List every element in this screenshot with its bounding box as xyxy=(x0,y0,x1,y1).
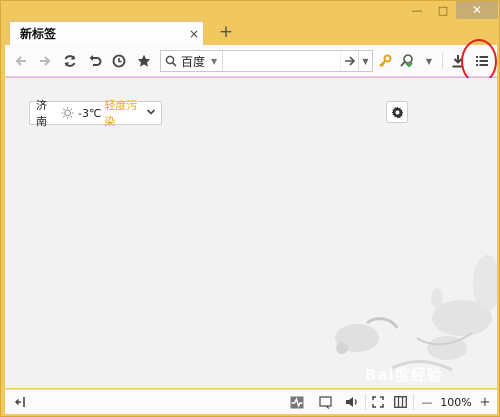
fullscreen-icon[interactable] xyxy=(369,394,387,410)
chevron-down-icon[interactable] xyxy=(146,107,156,120)
status-divider xyxy=(413,394,414,410)
zoom-level[interactable]: 100% xyxy=(438,394,474,410)
weather-widget[interactable]: 济南 -3℃ 轻度污染 xyxy=(29,99,162,128)
watermark-logo: Bai度经验 xyxy=(365,366,443,384)
weather-city: 济南 xyxy=(36,99,47,128)
zoom-in-button[interactable]: + xyxy=(477,394,493,410)
go-arrow-icon[interactable] xyxy=(340,51,358,71)
split-view-icon[interactable] xyxy=(391,394,409,410)
close-icon: ✕ xyxy=(471,3,483,17)
forward-icon[interactable] xyxy=(35,51,55,71)
tab-close-icon[interactable]: × xyxy=(185,27,203,41)
ink-wash-decoration xyxy=(335,255,497,372)
address-dropdown-icon[interactable]: ▼ xyxy=(358,51,372,71)
status-bar: — 100% + xyxy=(5,389,497,414)
gear-icon xyxy=(391,106,403,118)
address-input[interactable] xyxy=(223,51,340,71)
maximize-icon: □ xyxy=(437,3,449,17)
search-icon xyxy=(165,55,177,67)
extension-icon[interactable] xyxy=(397,51,417,71)
weather-temperature: -3℃ xyxy=(78,106,102,120)
search-engine-label: 百度 xyxy=(181,54,206,69)
screenshot-icon[interactable] xyxy=(317,394,335,410)
minimize-icon: — xyxy=(411,3,423,17)
minimize-button[interactable]: — xyxy=(404,1,430,19)
key-icon[interactable] xyxy=(375,51,395,71)
back-icon[interactable] xyxy=(11,51,31,71)
address-bar[interactable]: 百度 ▼ ▼ xyxy=(160,50,373,72)
sidebar-toggle-icon[interactable] xyxy=(13,394,29,410)
favorites-star-icon[interactable] xyxy=(134,51,154,71)
status-divider xyxy=(365,394,366,410)
sun-icon xyxy=(61,106,74,120)
chevron-down-icon: ▼ xyxy=(211,56,218,66)
tab-title: 新标签 xyxy=(20,27,57,41)
close-window-button[interactable]: ✕ xyxy=(456,1,498,19)
toolbar: 百度 ▼ ▼ ▼ xyxy=(5,45,497,77)
zoom-out-button[interactable]: — xyxy=(419,394,435,410)
new-tab-button[interactable]: + xyxy=(216,21,236,43)
new-tab-page: 济南 -3℃ 轻度污染 Bai度经验 xyxy=(5,78,497,388)
toolbar-divider xyxy=(442,53,443,69)
search-engine-selector[interactable]: 百度 ▼ xyxy=(161,51,223,71)
performance-icon[interactable] xyxy=(288,394,306,410)
volume-icon[interactable] xyxy=(343,394,361,410)
settings-gear-button[interactable] xyxy=(386,101,408,123)
refresh-icon[interactable] xyxy=(60,51,80,71)
maximize-button[interactable]: □ xyxy=(430,1,456,19)
browser-window: — □ ✕ 新标签 × + 百度 ▼ ▼ ▼ 济南 -3℃ 轻度污染 Bai度经… xyxy=(0,0,500,417)
history-icon[interactable] xyxy=(109,51,129,71)
tab-new-tab[interactable]: 新标签 × xyxy=(9,21,204,45)
extension-dropdown-icon[interactable]: ▼ xyxy=(419,51,439,71)
undo-close-icon[interactable] xyxy=(85,51,105,71)
weather-pollution: 轻度污染 xyxy=(104,99,138,128)
